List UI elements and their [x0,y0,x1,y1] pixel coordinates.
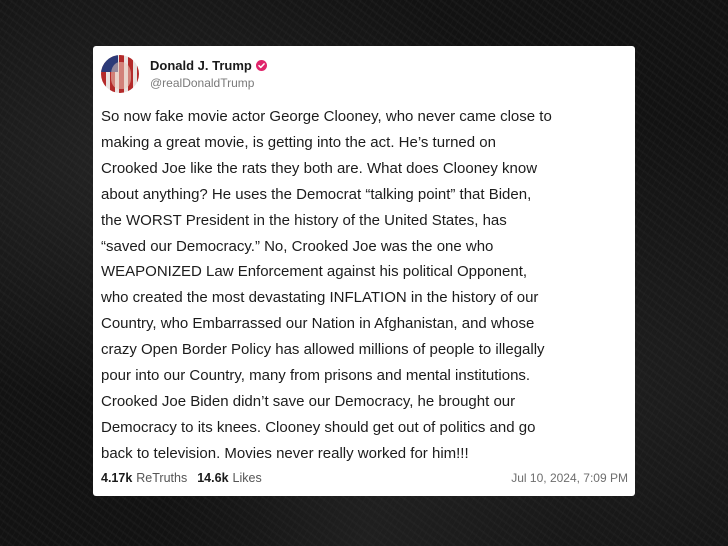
verified-badge-icon [255,60,267,71]
post-text-line: back to television. Movies never really … [101,444,469,462]
post-text-line: Country, who Embarrassed our Nation in A… [101,315,535,333]
post-footer: 4.17k ReTruths 14.6k Likes Jul 10, 2024,… [101,469,628,487]
likes-count: 14.6k [197,471,229,485]
avatar[interactable] [101,55,139,93]
post-text-line: So now fake movie actor George Clooney, … [101,108,552,125]
post-text-line: pour into our Country, many from prisons… [101,367,531,385]
post-text-line: WEAPONIZED Law Enforcement against his p… [101,263,528,281]
post-text-line: crazy Open Border Policy has allowed mil… [101,341,545,359]
post-text-line: about anything? He uses the Democrat “ta… [101,185,532,203]
post-text-line: making a great movie, is getting into th… [101,133,496,151]
post-text-line: “saved our Democracy.” No, Crooked Joe w… [101,237,494,255]
retruths-count: 4.17k [101,471,133,485]
post-text-line: Crooked Joe like the rats they both are.… [101,159,538,177]
post-timestamp[interactable]: Jul 10, 2024, 7:09 PM [511,471,628,485]
author-block: Donald J. Trump @realDonaldTrump [150,58,267,91]
author-handle[interactable]: @realDonaldTrump [150,75,267,91]
author-display-name[interactable]: Donald J. Trump [150,58,252,74]
post-header: Donald J. Trump @realDonaldTrump [101,54,267,94]
name-row: Donald J. Trump [150,58,267,74]
avatar-face [111,62,131,89]
likes-stat[interactable]: 14.6k Likes [197,471,261,485]
post-text-line: Crooked Joe Biden didn’t save our Democr… [101,392,516,410]
post-card: Donald J. Trump @realDonaldTrump So now … [93,46,635,496]
retruths-stat[interactable]: 4.17k ReTruths [101,471,187,485]
post-text-line: who created the most devastating INFLATI… [101,289,539,307]
post-text-line: the WORST President in the history of th… [101,211,507,229]
retruths-label: ReTruths [136,471,188,485]
post-text-line: Democracy to its knees. Clooney should g… [101,418,536,436]
post-text: So now fake movie actor George Clooney, … [101,104,633,467]
likes-label: Likes [232,471,262,485]
